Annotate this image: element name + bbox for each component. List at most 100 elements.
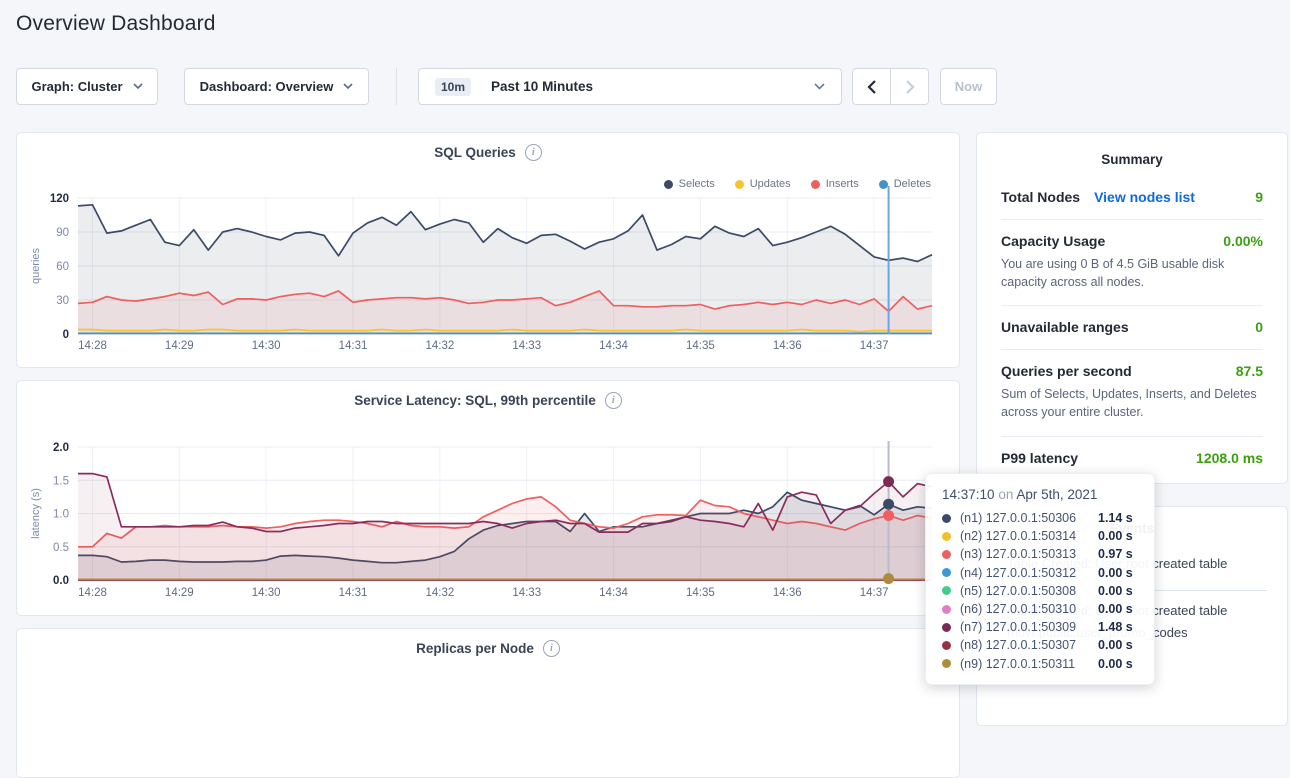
time-range-label: Past 10 Minutes <box>491 79 593 94</box>
svg-text:14:31: 14:31 <box>339 340 368 352</box>
series-dot-icon <box>942 659 951 668</box>
service-latency-chart[interactable]: 14:2814:2914:3014:3114:3214:3314:3414:35… <box>17 381 959 615</box>
graph-dropdown-label: Graph: Cluster <box>31 79 122 94</box>
tooltip-node-label: (n6) 127.0.0.1:50310 <box>960 602 1098 616</box>
svg-text:14:34: 14:34 <box>599 340 628 352</box>
summary-item-value: 1208.0 ms <box>1196 450 1263 466</box>
tooltip-node-value: 0.00 s <box>1098 566 1133 580</box>
series-dot-icon <box>942 605 951 614</box>
tooltip-node-value: 0.97 s <box>1098 547 1133 561</box>
replicas-per-node-panel: Replicas per Node i <box>16 628 960 778</box>
time-pager <box>852 68 929 105</box>
summary-item: Unavailable ranges 0 <box>1001 305 1263 349</box>
tooltip-row: (n1) 127.0.0.1:503061.14 s <box>942 509 1140 527</box>
tooltip-node-value: 1.48 s <box>1098 620 1133 634</box>
dashboard-dropdown[interactable]: Dashboard: Overview <box>184 68 369 105</box>
legend-item-updates[interactable]: Updates <box>735 178 791 190</box>
chevron-left-icon <box>867 80 877 94</box>
summary-item-label: Total Nodes <box>1001 189 1080 205</box>
summary-item: Queries per second87.5Sum of Selects, Up… <box>1001 349 1263 435</box>
svg-text:2.0: 2.0 <box>53 442 69 454</box>
summary-title: Summary <box>977 133 1287 176</box>
tooltip-row: (n8) 127.0.0.1:503070.00 s <box>942 636 1140 654</box>
svg-text:14:30: 14:30 <box>252 340 281 352</box>
legend-item-deletes[interactable]: Deletes <box>879 178 931 190</box>
chevron-down-icon <box>814 83 825 90</box>
now-button-label: Now <box>955 79 982 94</box>
tooltip-row: (n7) 127.0.0.1:503091.48 s <box>942 618 1140 636</box>
tooltip-node-label: (n5) 127.0.0.1:50308 <box>960 584 1098 598</box>
summary-item-row: Unavailable ranges 0 <box>1001 319 1263 335</box>
summary-item-label: Capacity Usage <box>1001 233 1105 249</box>
svg-text:14:36: 14:36 <box>773 587 802 599</box>
graph-dropdown[interactable]: Graph: Cluster <box>16 68 158 105</box>
tooltip-node-label: (n9) 127.0.0.1:50311 <box>960 657 1098 671</box>
tooltip-date: Apr 5th, 2021 <box>1016 487 1097 502</box>
svg-text:120: 120 <box>50 193 69 205</box>
summary-item-value: 0 <box>1255 319 1263 335</box>
tooltip-node-label: (n2) 127.0.0.1:50314 <box>960 529 1098 543</box>
tooltip-node-value: 0.00 s <box>1098 529 1133 543</box>
legend-label: Inserts <box>826 178 859 190</box>
controls-divider <box>396 68 397 105</box>
dashboard-dropdown-label: Dashboard: Overview <box>200 79 334 94</box>
chart-title: Replicas per Node i <box>17 640 959 657</box>
sql-queries-panel: 14:2814:2914:3014:3114:3214:3314:3414:35… <box>16 132 960 368</box>
prev-range-button[interactable] <box>853 69 891 104</box>
tooltip-title: 14:37:10 on Apr 5th, 2021 <box>942 487 1140 502</box>
series-dot-icon <box>942 550 951 559</box>
info-icon[interactable]: i <box>605 392 622 409</box>
tooltip-node-label: (n7) 127.0.0.1:50309 <box>960 620 1098 634</box>
chevron-down-icon <box>343 83 353 90</box>
summary-item-desc: You are using 0 B of 4.5 GiB usable disk… <box>1001 255 1263 291</box>
chart-title-text: SQL Queries <box>434 145 516 160</box>
svg-text:14:28: 14:28 <box>78 340 107 352</box>
info-icon[interactable]: i <box>543 640 560 657</box>
legend-dot-icon <box>879 180 888 189</box>
tooltip-time: 14:37:10 <box>942 487 995 502</box>
next-range-button[interactable] <box>891 69 928 104</box>
svg-text:14:33: 14:33 <box>512 340 541 352</box>
series-dot-icon <box>942 568 951 577</box>
tooltip-sep: on <box>998 487 1013 502</box>
svg-text:14:28: 14:28 <box>78 587 107 599</box>
svg-text:14:29: 14:29 <box>165 587 194 599</box>
tooltip-rows: (n1) 127.0.0.1:503061.14 s (n2) 127.0.0.1… <box>942 509 1140 673</box>
svg-text:0.0: 0.0 <box>53 575 69 587</box>
legend-item-inserts[interactable]: Inserts <box>811 178 859 190</box>
svg-text:0.5: 0.5 <box>53 542 69 554</box>
chart-title: Service Latency: SQL, 99th percentile i <box>17 392 959 409</box>
legend-item-selects[interactable]: Selects <box>664 178 715 190</box>
page-title: Overview Dashboard <box>16 12 216 36</box>
summary-item-row: Queries per second87.5 <box>1001 363 1263 379</box>
svg-text:14:30: 14:30 <box>252 587 281 599</box>
chevron-right-icon <box>905 80 915 94</box>
chart-title-text: Service Latency: SQL, 99th percentile <box>354 393 596 408</box>
legend-dot-icon <box>664 180 673 189</box>
legend-dot-icon <box>811 180 820 189</box>
chart-title-text: Replicas per Node <box>416 641 534 656</box>
svg-text:60: 60 <box>56 261 69 273</box>
svg-text:1.5: 1.5 <box>53 475 69 487</box>
now-button[interactable]: Now <box>940 68 997 105</box>
chevron-down-icon <box>133 83 143 90</box>
tooltip-row: (n3) 127.0.0.1:503130.97 s <box>942 545 1140 563</box>
info-icon[interactable]: i <box>525 144 542 161</box>
chart-title: SQL Queries i <box>17 144 959 161</box>
svg-text:14:32: 14:32 <box>425 587 454 599</box>
view-nodes-list-link[interactable]: View nodes list <box>1094 189 1195 205</box>
svg-text:14:37: 14:37 <box>860 587 889 599</box>
summary-item-value: 0.00% <box>1223 233 1263 249</box>
summary-item-label: Unavailable ranges <box>1001 319 1129 335</box>
tooltip-node-value: 0.00 s <box>1098 638 1133 652</box>
legend-label: Selects <box>679 178 715 190</box>
summary-panel: Summary Total Nodes View nodes list 9 Capac… <box>976 132 1288 484</box>
svg-text:14:35: 14:35 <box>686 340 715 352</box>
svg-text:latency (s): latency (s) <box>30 488 42 539</box>
summary-item-row: Capacity Usage 0.00% <box>1001 233 1263 249</box>
sql-queries-chart[interactable]: 14:2814:2914:3014:3114:3214:3314:3414:35… <box>17 133 959 367</box>
svg-text:14:32: 14:32 <box>425 340 454 352</box>
time-range-selector[interactable]: 10m Past 10 Minutes <box>418 68 842 105</box>
series-dot-icon <box>942 623 951 632</box>
summary-item-value: 9 <box>1255 189 1263 205</box>
